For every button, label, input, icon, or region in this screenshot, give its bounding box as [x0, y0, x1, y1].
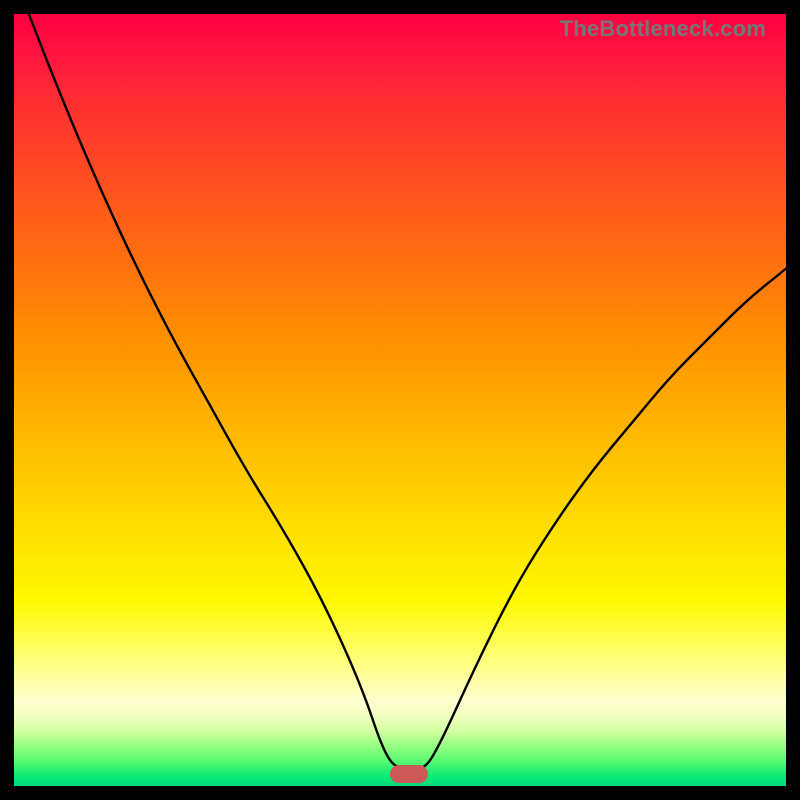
- bottleneck-curve: [14, 14, 786, 786]
- chart-frame: TheBottleneck.com: [0, 0, 800, 800]
- optimal-point-marker: [390, 765, 428, 783]
- plot-area: TheBottleneck.com: [14, 14, 786, 786]
